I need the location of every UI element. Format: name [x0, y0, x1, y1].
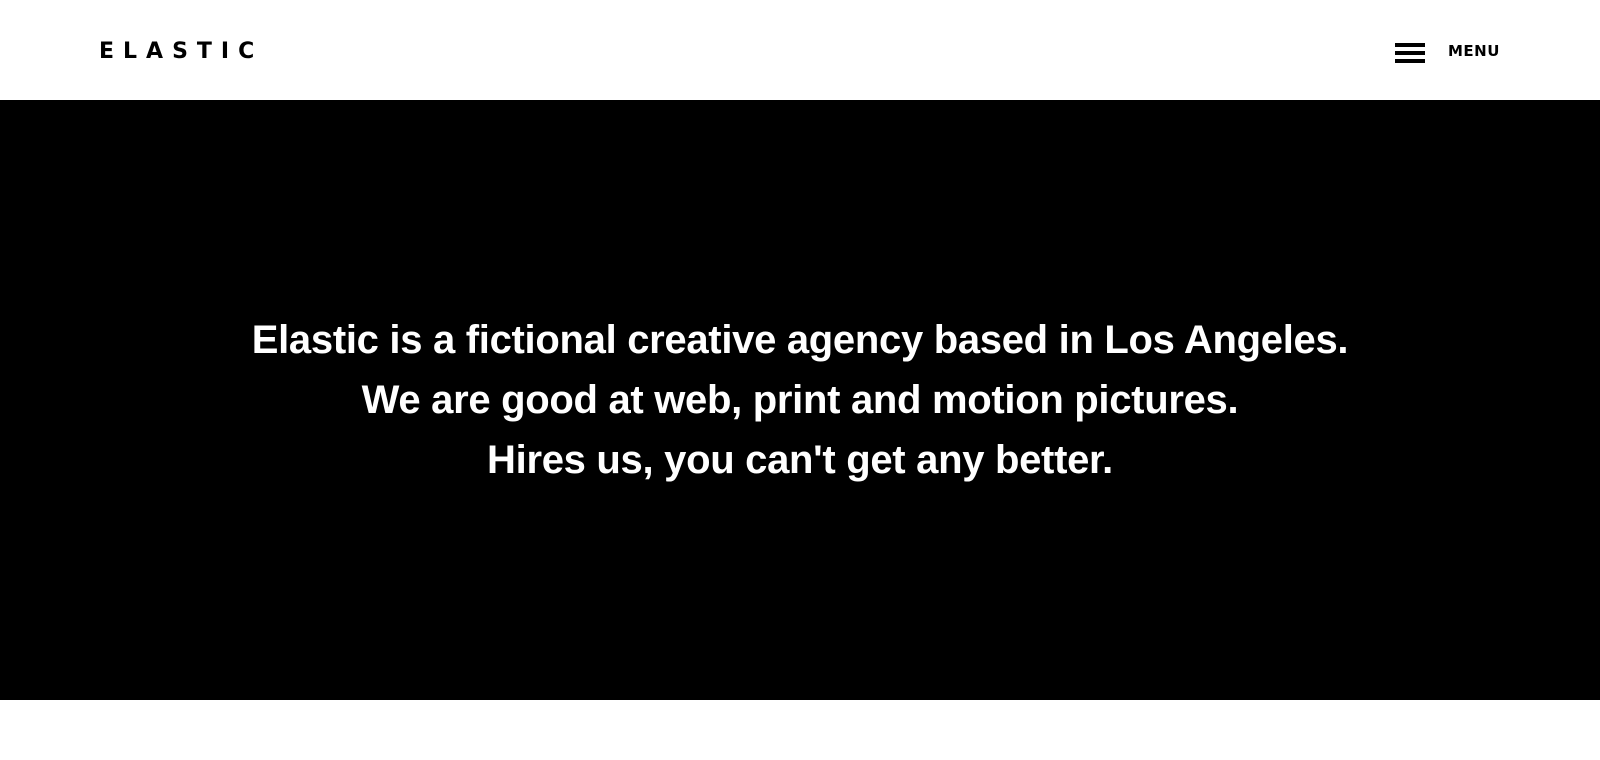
menu-button[interactable]: MENU: [1395, 36, 1500, 66]
site-header: ELASTIC MENU: [0, 0, 1600, 100]
hero-line-2: We are good at web, print and motion pic…: [361, 378, 1239, 422]
hero-line-1: Elastic is a fictional creative agency b…: [251, 318, 1349, 362]
logo[interactable]: ELASTIC: [99, 37, 263, 67]
hamburger-icon[interactable]: [1395, 39, 1425, 63]
content-area: [0, 700, 1600, 760]
menu-label[interactable]: MENU: [1448, 42, 1500, 60]
hero-line-3: Hires us, you can't get any better.: [487, 438, 1113, 482]
hero-headline: Elastic is a fictional creative agency b…: [252, 310, 1349, 490]
hero-section: Elastic is a fictional creative agency b…: [0, 100, 1600, 700]
